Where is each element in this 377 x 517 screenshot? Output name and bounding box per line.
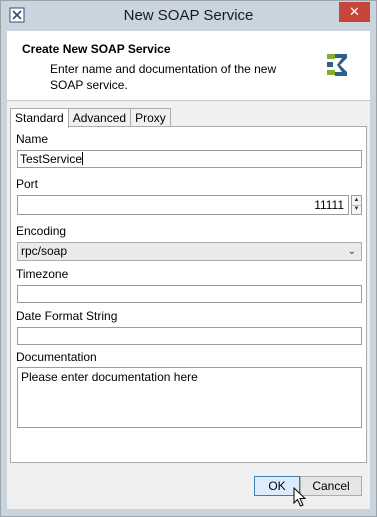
soap-service-logo-icon — [327, 54, 347, 76]
dialog-header: Create New SOAP Service Enter name and d… — [7, 31, 370, 101]
encoding-label: Encoding — [16, 224, 67, 238]
date-format-input[interactable] — [17, 327, 362, 345]
standard-panel: Name TestService Port 11111 ▲ ▼ Encoding… — [10, 126, 367, 463]
chevron-down-icon: ⌄ — [347, 246, 356, 257]
date-format-label: Date Format String — [16, 309, 118, 323]
mouse-cursor-icon — [293, 487, 307, 507]
port-input[interactable]: 11111 — [17, 195, 349, 215]
spin-down-icon[interactable]: ▼ — [352, 205, 361, 214]
documentation-label: Documentation — [16, 350, 97, 364]
title-bar[interactable]: New SOAP Service ✕ — [1, 1, 376, 31]
name-input[interactable]: TestService — [17, 150, 362, 168]
dialog-window: New SOAP Service ✕ Create New SOAP Servi… — [0, 0, 377, 517]
timezone-input[interactable] — [17, 285, 362, 303]
header-title: Create New SOAP Service — [22, 42, 171, 56]
header-description: Enter name and documentation of the new … — [50, 62, 277, 92]
tab-strip: Standard Advanced Proxy — [10, 108, 171, 128]
close-icon: ✕ — [349, 4, 360, 19]
tab-proxy[interactable]: Proxy — [130, 108, 171, 127]
documentation-textarea[interactable]: Please enter documentation here — [17, 367, 362, 428]
tab-advanced[interactable]: Advanced — [67, 108, 132, 127]
text-caret — [82, 152, 84, 165]
name-label: Name — [16, 132, 49, 146]
cancel-button[interactable]: Cancel — [300, 476, 362, 496]
close-button[interactable]: ✕ — [339, 2, 370, 22]
dialog-content: Create New SOAP Service Enter name and d… — [7, 31, 370, 509]
name-value: TestService — [20, 152, 83, 166]
port-label: Port — [16, 177, 39, 191]
port-spinner[interactable]: ▲ ▼ — [351, 195, 362, 215]
encoding-value: rpc/soap — [21, 244, 68, 258]
window-title: New SOAP Service — [123, 7, 254, 24]
encoding-select[interactable]: rpc/soap ⌄ — [17, 242, 362, 261]
tab-standard[interactable]: Standard — [10, 108, 69, 128]
timezone-label: Timezone — [16, 267, 69, 281]
